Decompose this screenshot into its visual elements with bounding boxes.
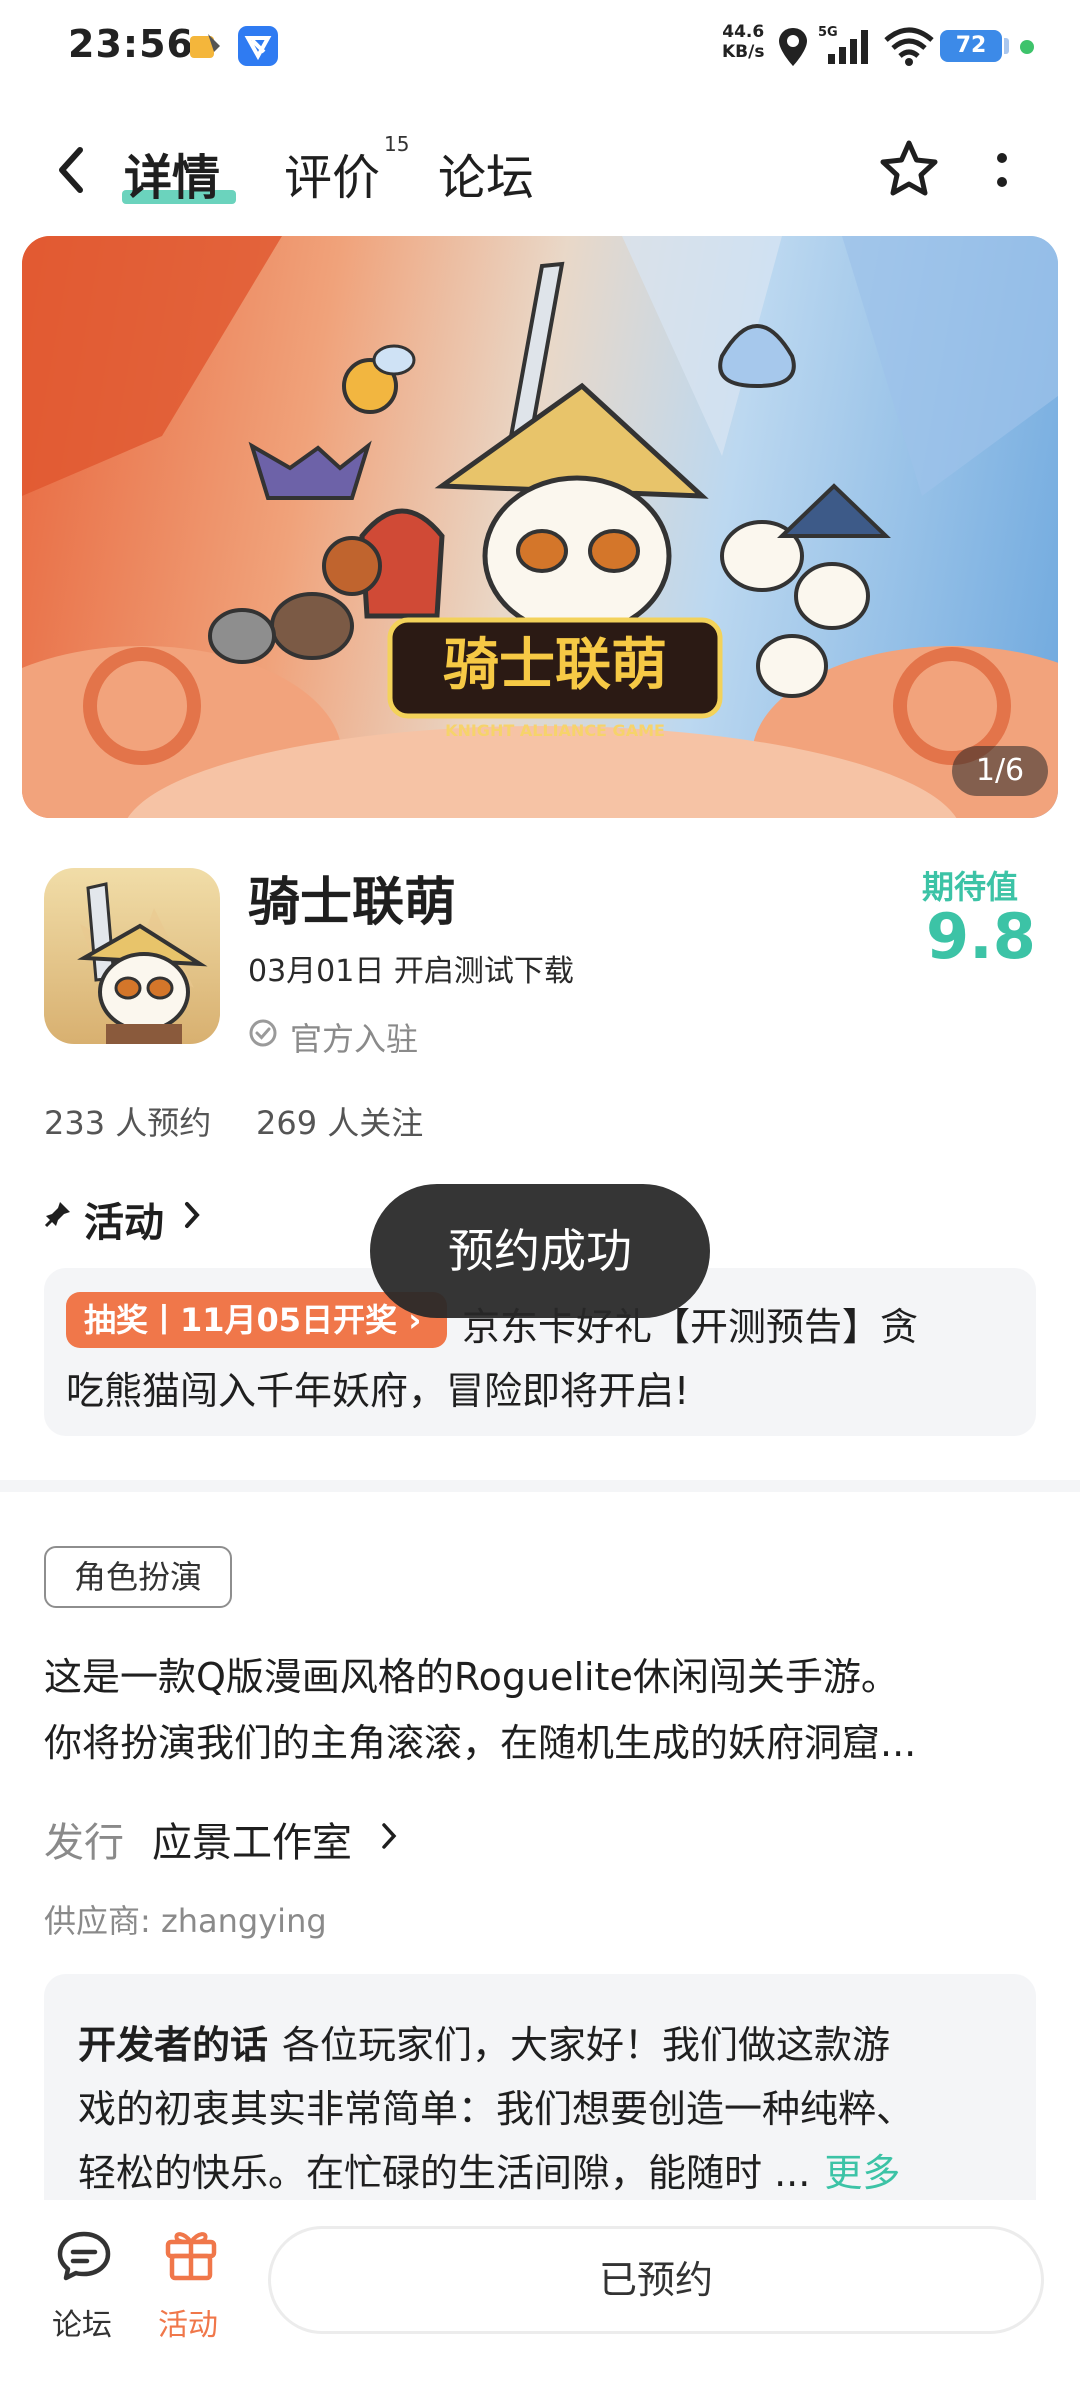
banner-page-counter: 1/6 <box>952 746 1048 796</box>
section-divider <box>0 1480 1080 1492</box>
wifi-icon <box>884 27 934 66</box>
game-release-info: 03月01日 开启测试下载 <box>248 954 574 989</box>
banner-logo-subtitle: KNIGHT ALLIANCE GAME <box>445 721 665 740</box>
official-badge: 官方入驻 <box>290 1020 419 1058</box>
developer-note-label: 开发者的话 <box>78 2023 269 2067</box>
supplier-info: 供应商: zhangying <box>44 1902 327 1940</box>
net-speed-value: 44.6 <box>722 22 765 42</box>
weather-icon <box>190 34 220 58</box>
developer-note-line2: 戏的初衷其实非常简单：我们想要创造一种纯粹、 <box>78 2087 915 2131</box>
charging-indicator <box>1020 40 1034 54</box>
game-banner-carousel[interactable]: 骑士联萌 KNIGHT ALLIANCE GAME 1/6 <box>22 236 1058 818</box>
status-time: 23:56 <box>68 22 194 66</box>
description-line1: 这是一款Q版漫画风格的Roguelite休闲闯关手游。 <box>44 1655 899 1699</box>
net-speed-unit: KB/s <box>722 42 765 62</box>
review-count: 15 <box>384 132 410 156</box>
banner-logo-title: 骑士联萌 <box>443 633 667 698</box>
developer-note-line1: 开发者的话 各位玩家们，大家好！我们做这款游 <box>78 2014 890 2069</box>
location-icon <box>779 28 807 66</box>
reserved-button[interactable]: 已预约 <box>268 2226 1044 2334</box>
forum-tab-label[interactable]: 论坛 <box>52 2300 112 2344</box>
network-type: 5G <box>818 25 838 40</box>
game-name: 骑士联萌 <box>248 873 457 933</box>
activity-section-title[interactable]: 活动 <box>84 1190 164 1248</box>
activity-tab-label[interactable]: 活动 <box>158 2300 218 2344</box>
publisher-label: 发行 <box>44 1820 124 1866</box>
net-speed: 44.6 KB/s <box>722 22 764 62</box>
tab-forum[interactable]: 论坛 <box>438 138 534 208</box>
developer-note-text3: 轻松的快乐。在忙碌的生活间隙，能随时 ... <box>78 2151 811 2195</box>
chevron-right-icon[interactable] <box>380 1820 398 1852</box>
battery-icon: 72 <box>940 30 1002 62</box>
signal-icon: 5G <box>818 25 868 64</box>
reserve-count: 233 人预约 <box>44 1104 212 1142</box>
forum-icon[interactable] <box>56 2228 116 2284</box>
activity-text-line2: 吃熊猫闯入千年妖府，冒险即将开启! <box>66 1369 690 1413</box>
publisher-link[interactable]: 应景工作室 <box>152 1810 352 1868</box>
pin-icon <box>44 1202 70 1228</box>
follow-count: 269 人关注 <box>256 1104 424 1142</box>
star-icon[interactable] <box>878 138 940 200</box>
activity-badge-label: 抽奖丨11月05日开奖 <box>84 1301 398 1339</box>
toast-message: 预约成功 <box>370 1184 710 1318</box>
top-nav: 详情 评价 15 论坛 <box>0 120 1080 220</box>
tab-detail[interactable]: 详情 <box>124 138 220 208</box>
tab-review[interactable]: 评价 <box>284 138 380 208</box>
banner-artwork: 骑士联萌 KNIGHT ALLIANCE GAME <box>22 236 1058 818</box>
bottom-action-bar: 论坛 活动 已预约 <box>0 2200 1080 2400</box>
app-icon-artwork <box>77 882 208 1044</box>
description-line2[interactable]: 你将扮演我们的主角滚滚，在随机生成的妖府洞窟... <box>44 1712 916 1767</box>
app-notification-icon <box>238 26 278 66</box>
developer-note-line3: 轻松的快乐。在忙碌的生活间隙，能随时 ... 更多 <box>78 2142 900 2197</box>
genre-tag[interactable]: 角色扮演 <box>44 1546 232 1608</box>
chevron-right-icon[interactable] <box>182 1198 202 1232</box>
game-app-icon <box>44 868 220 1044</box>
battery-tip <box>1004 38 1009 54</box>
back-icon[interactable] <box>50 140 94 200</box>
verified-icon <box>249 1019 277 1047</box>
activity-lottery-badge: 抽奖丨11月05日开奖 › <box>66 1292 448 1348</box>
more-link[interactable]: 更多 <box>824 2151 900 2195</box>
status-bar: 23:56 44.6 KB/s 5G 72 <box>0 0 1080 96</box>
expectation-score: 9.8 <box>926 900 1036 973</box>
gift-icon[interactable] <box>162 2224 220 2282</box>
developer-note-text1: 各位玩家们，大家好！我们做这款游 <box>282 2023 891 2067</box>
more-icon[interactable] <box>990 146 1014 196</box>
